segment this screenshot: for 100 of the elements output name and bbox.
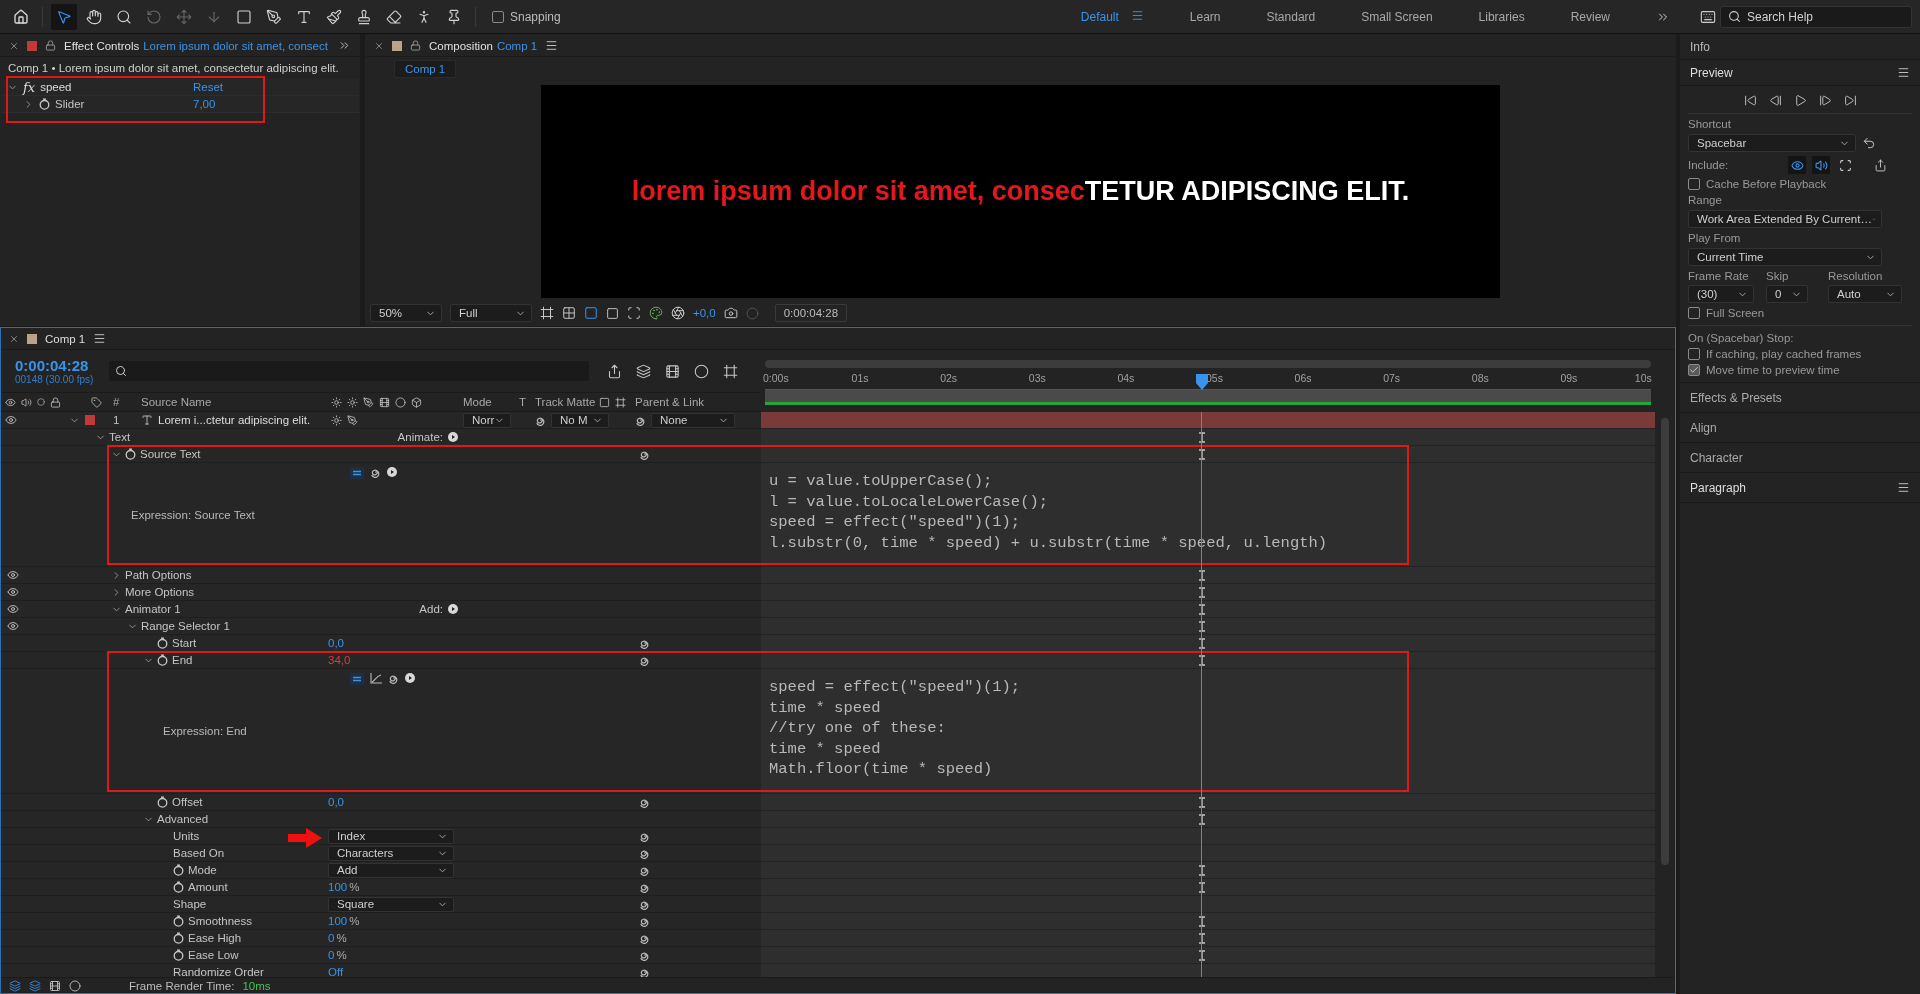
checkbox[interactable] bbox=[1688, 307, 1700, 319]
snapping-checkbox[interactable] bbox=[492, 10, 504, 23]
panel-title[interactable]: Effect Controls bbox=[64, 39, 140, 52]
text-layer-icon[interactable] bbox=[141, 414, 153, 426]
region-icon[interactable] bbox=[606, 306, 619, 320]
equals-icon[interactable] bbox=[350, 673, 364, 685]
eye-icon[interactable] bbox=[7, 569, 19, 581]
menu-icon[interactable] bbox=[1130, 9, 1144, 22]
panel-title[interactable]: Comp 1 bbox=[45, 332, 86, 345]
workspace-tab[interactable]: Libraries bbox=[1478, 9, 1525, 24]
exposure-value[interactable]: +0,0 bbox=[693, 307, 716, 319]
mask-path-icon[interactable] bbox=[584, 306, 598, 320]
dropdown[interactable]: Add bbox=[328, 862, 454, 878]
panel-subject[interactable]: Lorem ipsum dolor sit amet, consect bbox=[143, 39, 328, 52]
pick-whip-icon[interactable] bbox=[388, 673, 399, 684]
timecode-display[interactable]: 0:00:04:28 bbox=[774, 304, 848, 322]
panel-title[interactable]: Align bbox=[1690, 420, 1717, 435]
layer-name[interactable]: Lorem i...ctetur adipiscing elit. bbox=[158, 414, 311, 426]
panel-title[interactable]: Preview bbox=[1690, 65, 1733, 80]
stopwatch-icon[interactable] bbox=[173, 949, 184, 961]
checkbox[interactable] bbox=[1688, 178, 1700, 190]
label-color-swatch[interactable] bbox=[85, 415, 95, 425]
column-header[interactable]: Source Name bbox=[141, 396, 212, 408]
playhead-handle[interactable] bbox=[1196, 374, 1209, 390]
menu-icon[interactable] bbox=[93, 332, 107, 345]
panel-title[interactable]: Effects & Presets bbox=[1690, 390, 1782, 405]
search-field[interactable] bbox=[109, 361, 589, 381]
next-frame-icon[interactable] bbox=[1818, 94, 1832, 107]
workspace-tab[interactable]: Standard bbox=[1266, 9, 1316, 24]
range-dropdown[interactable]: Work Area Extended By Current… bbox=[1688, 210, 1882, 228]
matte-icon[interactable] bbox=[599, 396, 610, 408]
eye-icon[interactable] bbox=[5, 414, 17, 426]
reset-link[interactable]: Reset bbox=[193, 81, 224, 93]
lock-icon[interactable] bbox=[50, 396, 61, 408]
comp-tab[interactable]: Comp 1 bbox=[394, 60, 457, 78]
current-time[interactable]: 0:00:04:28 bbox=[15, 357, 91, 374]
workspace-tab[interactable]: Learn bbox=[1189, 9, 1221, 24]
menu-icon[interactable] bbox=[545, 39, 559, 52]
audio-toggle[interactable] bbox=[1812, 156, 1830, 174]
panel-title[interactable]: Character bbox=[1690, 450, 1743, 465]
close-icon[interactable] bbox=[374, 40, 384, 51]
first-frame-icon[interactable] bbox=[1743, 94, 1757, 107]
play-circle-icon[interactable] bbox=[387, 467, 397, 477]
scrollbar-thumb[interactable] bbox=[1661, 418, 1669, 866]
stopwatch-icon[interactable] bbox=[39, 98, 50, 110]
audio-icon[interactable] bbox=[21, 396, 32, 408]
eye-icon[interactable] bbox=[7, 620, 19, 632]
property-value[interactable]: 100 bbox=[328, 915, 348, 927]
eye-icon[interactable] bbox=[7, 603, 19, 615]
frame-rate-dropdown[interactable]: (30) bbox=[1688, 285, 1754, 303]
selection-tool-button[interactable] bbox=[51, 3, 77, 30]
play-circle-icon[interactable] bbox=[448, 604, 458, 614]
camera-icon[interactable] bbox=[723, 306, 738, 320]
video-toggle[interactable] bbox=[1788, 156, 1806, 174]
dropdown[interactable]: None bbox=[651, 412, 735, 428]
dropdown[interactable]: Square bbox=[328, 896, 454, 912]
stopwatch-icon[interactable] bbox=[157, 796, 168, 808]
workspace-tab[interactable]: Default bbox=[1080, 9, 1119, 24]
property-value[interactable]: 0,0 bbox=[328, 796, 344, 808]
play-circle-icon[interactable] bbox=[405, 673, 415, 683]
exposure-icon[interactable] bbox=[671, 306, 685, 320]
pick-whip-icon[interactable] bbox=[370, 467, 381, 478]
property-value[interactable]: 0 bbox=[328, 932, 335, 944]
magnification-dropdown[interactable]: 50% bbox=[370, 304, 442, 322]
stopwatch-icon[interactable] bbox=[173, 864, 184, 876]
play-from-dropdown[interactable]: Current Time bbox=[1688, 248, 1882, 266]
transparency-grid-icon[interactable] bbox=[562, 306, 576, 320]
stopwatch-icon[interactable] bbox=[173, 932, 184, 944]
equals-icon[interactable] bbox=[350, 467, 364, 479]
menu-icon[interactable] bbox=[1897, 481, 1910, 494]
resolution-dropdown[interactable]: Auto bbox=[1828, 285, 1902, 303]
property-value[interactable]: 100 bbox=[328, 881, 348, 893]
stopwatch-icon[interactable] bbox=[157, 654, 168, 666]
play-circle-icon[interactable] bbox=[448, 432, 458, 442]
panel-title[interactable]: Paragraph bbox=[1690, 480, 1747, 495]
graph-icon[interactable] bbox=[370, 673, 382, 684]
stopwatch-icon[interactable] bbox=[173, 881, 184, 893]
panel-title[interactable]: Info bbox=[1690, 39, 1710, 54]
checkbox[interactable] bbox=[1688, 364, 1700, 376]
solo-icon[interactable] bbox=[37, 398, 45, 406]
panel-title[interactable]: Composition bbox=[429, 39, 493, 52]
previous-frame-icon[interactable] bbox=[1768, 94, 1782, 107]
eye-icon[interactable] bbox=[7, 586, 19, 598]
play-icon[interactable] bbox=[1793, 94, 1807, 107]
expression-code[interactable]: speed = effect("speed")(1); time * speed //try one of these: time * speed Math.floor(time * speed) bbox=[761, 669, 1655, 788]
lock-icon[interactable] bbox=[410, 40, 421, 51]
dropdown[interactable]: No M bbox=[551, 412, 609, 428]
close-icon[interactable] bbox=[9, 40, 19, 51]
3d-layer-icon[interactable] bbox=[411, 396, 422, 408]
reset-icon[interactable] bbox=[1862, 136, 1876, 150]
shortcut-dropdown[interactable]: Spacebar bbox=[1688, 134, 1856, 152]
lock-icon[interactable] bbox=[45, 40, 56, 51]
dropdown[interactable]: Index bbox=[328, 828, 454, 844]
export-icon[interactable] bbox=[1874, 158, 1887, 172]
label-icon[interactable] bbox=[91, 396, 102, 408]
dropdown[interactable]: Norr bbox=[463, 412, 511, 428]
property-value[interactable]: 34,0 bbox=[328, 654, 351, 666]
workspace-tab[interactable]: Review bbox=[1570, 9, 1610, 24]
menu-icon[interactable] bbox=[1897, 66, 1910, 79]
panel-subject[interactable]: Comp 1 bbox=[496, 39, 538, 52]
